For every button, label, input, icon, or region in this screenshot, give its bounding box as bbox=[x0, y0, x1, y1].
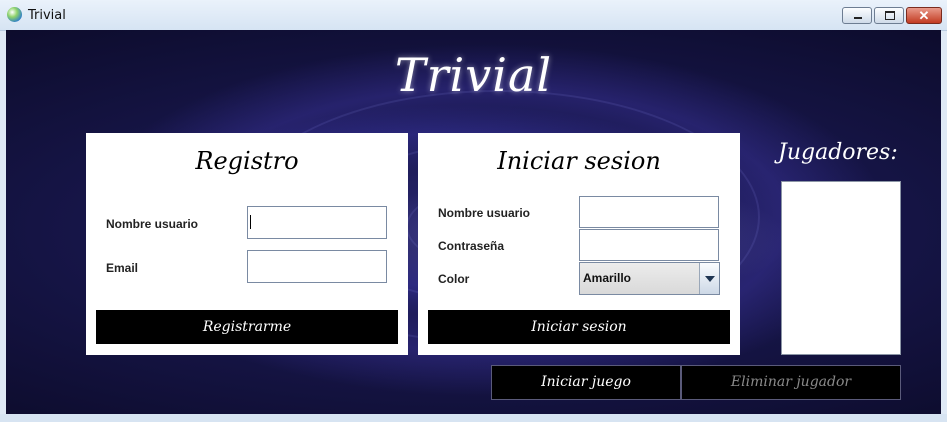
register-button[interactable]: Registrarme bbox=[96, 310, 398, 344]
registro-username-input[interactable] bbox=[247, 206, 387, 239]
remove-player-button[interactable]: Eliminar jugador bbox=[681, 365, 901, 400]
maximize-icon bbox=[885, 11, 895, 20]
close-icon: ✕ bbox=[918, 8, 930, 23]
text-caret bbox=[250, 215, 251, 229]
login-username-input[interactable] bbox=[579, 196, 719, 228]
close-button[interactable]: ✕ bbox=[906, 7, 942, 24]
app-title: Trivial bbox=[394, 48, 553, 102]
registro-username-label: Nombre usuario bbox=[106, 217, 199, 231]
login-panel: Iniciar sesion Nombre usuario Contraseña… bbox=[418, 133, 740, 355]
window-bottom-border bbox=[0, 414, 947, 422]
players-list[interactable] bbox=[781, 181, 901, 355]
app-background: Trivial Registro Nombre usuario Email Re… bbox=[6, 30, 941, 414]
minimize-button[interactable] bbox=[842, 7, 872, 24]
registro-panel: Registro Nombre usuario Email Registrarm… bbox=[86, 133, 408, 355]
registro-email-input[interactable] bbox=[247, 250, 387, 283]
registro-email-label: Email bbox=[106, 261, 139, 275]
login-title: Iniciar sesion bbox=[497, 147, 661, 175]
start-game-button[interactable]: Iniciar juego bbox=[491, 365, 681, 400]
maximize-button[interactable] bbox=[874, 7, 904, 24]
window-title: Trivial bbox=[28, 8, 66, 23]
login-password-input[interactable] bbox=[579, 229, 719, 261]
login-color-label: Color bbox=[438, 272, 470, 286]
minimize-icon bbox=[854, 17, 862, 19]
color-select-value: Amarillo bbox=[583, 271, 632, 285]
color-select[interactable]: Amarillo bbox=[579, 262, 720, 295]
players-title: Jugadores: bbox=[778, 140, 898, 165]
chevron-down-icon[interactable] bbox=[699, 263, 719, 294]
registro-title: Registro bbox=[195, 147, 299, 175]
login-button[interactable]: Iniciar sesion bbox=[428, 310, 730, 344]
window-titlebar[interactable]: Trivial ✕ bbox=[0, 0, 947, 31]
app-globe-icon bbox=[7, 7, 22, 22]
login-username-label: Nombre usuario bbox=[438, 206, 531, 220]
login-password-label: Contraseña bbox=[438, 239, 505, 253]
